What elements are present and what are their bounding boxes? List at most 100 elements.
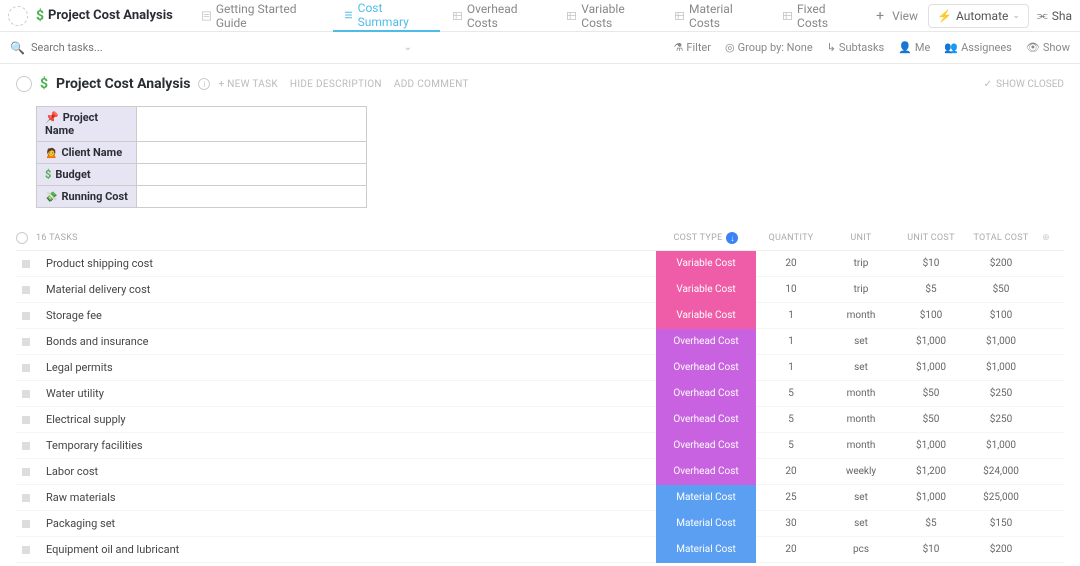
unit-cell[interactable]: weekly <box>826 466 896 477</box>
cost-type-badge[interactable]: Material Cost <box>656 537 756 563</box>
cost-type-badge[interactable]: Variable Cost <box>656 303 756 329</box>
task-row[interactable]: Storage feeVariable Cost1month$100$100 <box>16 303 1064 329</box>
quantity-cell[interactable]: 5 <box>756 440 826 451</box>
col-cost-type[interactable]: COST TYPE↓ <box>656 232 756 244</box>
task-name[interactable]: Raw materials <box>36 491 656 504</box>
total-cost-cell[interactable]: $100 <box>966 310 1036 321</box>
quantity-cell[interactable]: 20 <box>756 466 826 477</box>
task-status[interactable] <box>16 442 36 450</box>
quantity-cell[interactable]: 5 <box>756 388 826 399</box>
total-cost-cell[interactable]: $1,000 <box>966 362 1036 373</box>
subtasks-button[interactable]: ↳Subtasks <box>827 41 885 54</box>
cost-type-badge[interactable]: Variable Cost <box>656 277 756 303</box>
tab-material[interactable]: Material Costs <box>664 0 770 32</box>
new-task-button[interactable]: + NEW TASK <box>218 79 277 90</box>
cost-type-badge[interactable]: Overhead Cost <box>656 407 756 433</box>
total-cost-cell[interactable]: $200 <box>966 544 1036 555</box>
share-button[interactable]: ⫘Sha <box>1037 8 1072 23</box>
task-status[interactable] <box>16 546 36 554</box>
cost-type-badge[interactable]: Overhead Cost <box>656 329 756 355</box>
me-button[interactable]: 👤Me <box>898 41 930 54</box>
unit-cost-cell[interactable]: $10 <box>896 258 966 269</box>
task-status[interactable] <box>16 416 36 424</box>
unit-cell[interactable]: set <box>826 362 896 373</box>
task-name[interactable]: Labor cost <box>36 465 656 478</box>
hide-description-button[interactable]: HIDE DESCRIPTION <box>290 79 382 90</box>
tab-variable[interactable]: Variable Costs <box>556 0 662 32</box>
quantity-cell[interactable]: 20 <box>756 544 826 555</box>
task-name[interactable]: Legal permits <box>36 361 656 374</box>
total-cost-cell[interactable]: $250 <box>966 388 1036 399</box>
assignees-button[interactable]: 👥Assignees <box>944 41 1012 54</box>
task-name[interactable]: Water utility <box>36 387 656 400</box>
quantity-cell[interactable]: 1 <box>756 336 826 347</box>
task-row[interactable]: Packaging setMaterial Cost30set$5$150 <box>16 511 1064 537</box>
task-status[interactable] <box>16 520 36 528</box>
tab-cost-summary[interactable]: Cost Summary <box>333 0 440 32</box>
status-circle-icon[interactable] <box>16 76 32 92</box>
task-row[interactable]: Equipment oil and lubricantMaterial Cost… <box>16 537 1064 563</box>
budget-value[interactable] <box>137 164 367 186</box>
unit-cost-cell[interactable]: $1,000 <box>896 362 966 373</box>
add-column-button[interactable]: ⊕ <box>1036 233 1056 243</box>
cost-type-badge[interactable]: Material Cost <box>656 511 756 537</box>
task-name[interactable]: Electrical supply <box>36 413 656 426</box>
task-row[interactable]: Labor costOverhead Cost20weekly$1,200$24… <box>16 459 1064 485</box>
cost-type-badge[interactable]: Overhead Cost <box>656 433 756 459</box>
task-status[interactable] <box>16 494 36 502</box>
quantity-cell[interactable]: 1 <box>756 310 826 321</box>
total-cost-cell[interactable]: $50 <box>966 284 1036 295</box>
unit-cost-cell[interactable]: $5 <box>896 284 966 295</box>
quantity-cell[interactable]: 20 <box>756 258 826 269</box>
col-unit-cost[interactable]: UNIT COST <box>896 233 966 243</box>
task-row[interactable]: Raw materialsMaterial Cost25set$1,000$25… <box>16 485 1064 511</box>
task-row[interactable]: Product shipping costVariable Cost20trip… <box>16 251 1064 277</box>
unit-cell[interactable]: month <box>826 440 896 451</box>
quantity-cell[interactable]: 1 <box>756 362 826 373</box>
unit-cost-cell[interactable]: $1,000 <box>896 336 966 347</box>
unit-cell[interactable]: set <box>826 492 896 503</box>
total-cost-cell[interactable]: $200 <box>966 258 1036 269</box>
tab-fixed[interactable]: Fixed Costs <box>772 0 864 32</box>
task-row[interactable]: Electrical supplyOverhead Cost5month$50$… <box>16 407 1064 433</box>
search-input[interactable] <box>31 41 131 54</box>
unit-cost-cell[interactable]: $1,200 <box>896 466 966 477</box>
total-cost-cell[interactable]: $1,000 <box>966 440 1036 451</box>
task-status[interactable] <box>16 364 36 372</box>
show-button[interactable]: 👁Show <box>1026 41 1070 54</box>
task-name[interactable]: Storage fee <box>36 309 656 322</box>
task-row[interactable]: Material delivery costVariable Cost10tri… <box>16 277 1064 303</box>
quantity-cell[interactable]: 10 <box>756 284 826 295</box>
unit-cell[interactable]: trip <box>826 284 896 295</box>
show-closed-button[interactable]: ✓SHOW CLOSED <box>984 79 1064 90</box>
project-name-value[interactable] <box>137 107 367 142</box>
task-row[interactable]: Water utilityOverhead Cost5month$50$250 <box>16 381 1064 407</box>
groupby-button[interactable]: ◎Group by: None <box>725 41 813 54</box>
task-name[interactable]: Product shipping cost <box>36 257 656 270</box>
unit-cost-cell[interactable]: $50 <box>896 414 966 425</box>
task-status[interactable] <box>16 338 36 346</box>
cost-type-badge[interactable]: Overhead Cost <box>656 355 756 381</box>
task-row[interactable]: Temporary facilitiesOverhead Cost5month$… <box>16 433 1064 459</box>
unit-cost-cell[interactable]: $1,000 <box>896 440 966 451</box>
task-name[interactable]: Bonds and insurance <box>36 335 656 348</box>
info-icon[interactable]: i <box>198 78 210 90</box>
task-name[interactable]: Packaging set <box>36 517 656 530</box>
task-status[interactable] <box>16 390 36 398</box>
quantity-cell[interactable]: 5 <box>756 414 826 425</box>
total-cost-cell[interactable]: $1,000 <box>966 336 1036 347</box>
search-dropdown-icon[interactable]: ⌄ <box>404 42 412 53</box>
task-row[interactable]: Legal permitsOverhead Cost1set$1,000$1,0… <box>16 355 1064 381</box>
cost-type-badge[interactable]: Material Cost <box>656 485 756 511</box>
task-status[interactable] <box>16 260 36 268</box>
task-status[interactable] <box>16 312 36 320</box>
cost-type-badge[interactable]: Variable Cost <box>656 251 756 277</box>
running-cost-value[interactable] <box>137 186 367 208</box>
unit-cost-cell[interactable]: $50 <box>896 388 966 399</box>
total-cost-cell[interactable]: $250 <box>966 414 1036 425</box>
unit-cell[interactable]: trip <box>826 258 896 269</box>
add-view-button[interactable]: +View <box>866 0 928 32</box>
col-total-cost[interactable]: TOTAL COST <box>966 233 1036 243</box>
quantity-cell[interactable]: 30 <box>756 518 826 529</box>
select-all-icon[interactable] <box>16 232 28 244</box>
